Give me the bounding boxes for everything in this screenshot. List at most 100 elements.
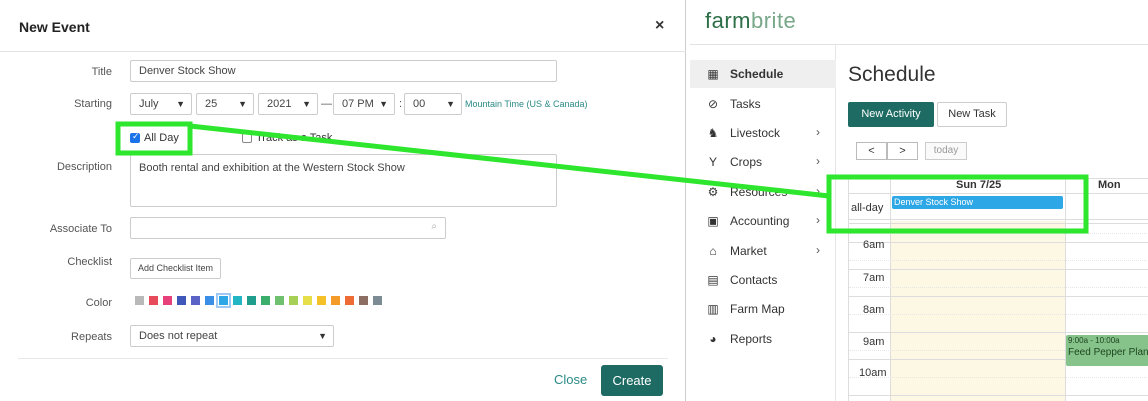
day-select[interactable]: 25 ▼ [196,93,254,115]
color-swatch[interactable] [359,296,368,305]
color-swatch[interactable] [233,296,242,305]
minute-select[interactable]: 00 ▼ [404,93,462,115]
starting-label: Starting [74,98,112,110]
color-swatch[interactable] [303,296,312,305]
color-swatch[interactable] [191,296,200,305]
chevron-right-icon: › [816,184,820,198]
store-icon: ⌂ [709,244,717,258]
sidebar-item-accounting[interactable]: ▣ Accounting › [690,207,836,235]
new-task-button[interactable]: New Task [937,102,1007,127]
sidebar-item-reports[interactable]: ◕ Reports [690,325,836,353]
color-swatch[interactable] [289,296,298,305]
month-select[interactable]: July ▼ [130,93,192,115]
chevron-down-icon: ▼ [379,99,388,109]
color-swatch[interactable] [163,296,172,305]
month-value: July [139,98,159,110]
horse-icon: ♞ [707,126,719,140]
chevron-right-icon: › [816,213,820,227]
grid-hline [849,332,1148,333]
year-select[interactable]: 2021 ▼ [258,93,318,115]
all-day-event[interactable]: Denver Stock Show [892,196,1063,209]
sidebar-item-livestock[interactable]: ♞ Livestock › [690,119,836,147]
grid-hline [849,260,1148,261]
color-swatch[interactable] [345,296,354,305]
create-button[interactable]: Create [601,365,663,396]
color-swatch[interactable] [216,293,231,308]
add-checklist-button[interactable]: Add Checklist Item [130,258,221,279]
color-swatch[interactable] [331,296,340,305]
footer-divider [18,358,668,359]
track-as-task-checkbox[interactable]: Track as a Task [242,132,332,144]
next-button[interactable]: > [887,142,918,160]
color-swatch[interactable] [261,296,270,305]
calendar-icon: ▦ [707,67,719,81]
hour-select[interactable]: 07 PM ▼ [333,93,395,115]
sidebar-item-label: Livestock [730,126,781,140]
calendar-grid: Sun 7/25 Mon all-day Denver Stock Show 6… [848,178,1148,401]
description-label: Description [56,161,112,173]
color-swatch[interactable] [177,296,186,305]
event-title: Feed Pepper Plants [1068,347,1148,358]
grid-hline [849,219,1148,220]
year-value: 2021 [267,98,292,110]
sidebar-item-contacts[interactable]: ▤ Contacts [690,266,836,294]
grid-hline [849,314,1148,315]
sidebar-item-schedule[interactable]: ▦ Schedule [690,60,836,88]
sidebar-item-label: Tasks [730,97,761,111]
calculator-icon: ▣ [707,214,719,228]
grid-hline [849,395,1148,396]
map-icon: ▥ [707,302,719,316]
sidebar-item-tasks[interactable]: ⊘ Tasks [690,90,836,118]
column-header-sun: Sun 7/25 [956,179,1002,191]
sidebar-item-farm-map[interactable]: ▥ Farm Map [690,295,836,323]
title-input[interactable]: Denver Stock Show [130,60,557,82]
close-icon[interactable]: × [655,17,664,35]
time-label: 6am [863,239,885,251]
repeats-label: Repeats [71,331,112,343]
color-swatch[interactable] [149,296,158,305]
color-swatch[interactable] [317,296,326,305]
today-button[interactable]: today [925,142,967,160]
associate-input[interactable]: ⌕ [130,217,446,239]
color-swatch[interactable] [205,296,214,305]
color-swatch[interactable] [373,296,382,305]
color-swatch[interactable] [247,296,256,305]
pie-chart-icon: ◕ [709,332,717,346]
prev-button[interactable]: < [856,142,887,160]
time-separator: — [321,98,332,110]
sidebar-item-label: Market [730,244,767,258]
track-as-task-label: Track as a Task [256,132,333,144]
checkbox-checked-icon [130,131,140,143]
chevron-down-icon: ▼ [446,99,455,109]
new-activity-button[interactable]: New Activity [848,102,934,127]
chevron-right-icon: › [816,154,820,168]
timezone-link[interactable]: Mountain Time (US & Canada) [465,99,588,109]
time-label: 9am [863,336,885,348]
logo-main: farm [705,8,751,33]
close-button[interactable]: Close [554,372,587,387]
all-day-checkbox[interactable]: All Day [130,131,179,144]
event-time: 9:00a - 10:00a [1068,336,1120,345]
sidebar-item-label: Reports [730,332,773,346]
minute-value: 00 [413,98,426,110]
repeats-select[interactable]: Does not repeat ▼ [130,325,334,347]
color-swatch[interactable] [135,296,144,305]
grid-hline [849,233,1148,234]
color-swatch[interactable] [275,296,284,305]
sidebar-item-crops[interactable]: Y Crops › [690,148,836,176]
title-label: Title [91,66,112,78]
color-swatches [135,293,382,308]
chevron-down-icon: ▼ [318,331,327,341]
sidebar-item-resources[interactable]: ⚙ Resources › [690,178,836,206]
all-day-label: All Day [144,132,179,144]
grid-hline [849,296,1148,297]
sidebar-item-market[interactable]: ⌂ Market › [690,237,836,265]
color-label: Color [85,297,112,309]
associate-label: Associate To [49,223,112,235]
tractor-icon: ⚙ [707,185,719,199]
sidebar-item-label: Accounting [730,214,790,228]
grid-hline [849,269,1148,270]
farmbrite-logo[interactable]: farmbrite [705,8,796,34]
calendar-event[interactable]: 9:00a - 10:00a Feed Pepper Plants [1066,335,1148,366]
description-textarea[interactable]: Booth rental and exhibition at the Weste… [130,154,557,207]
